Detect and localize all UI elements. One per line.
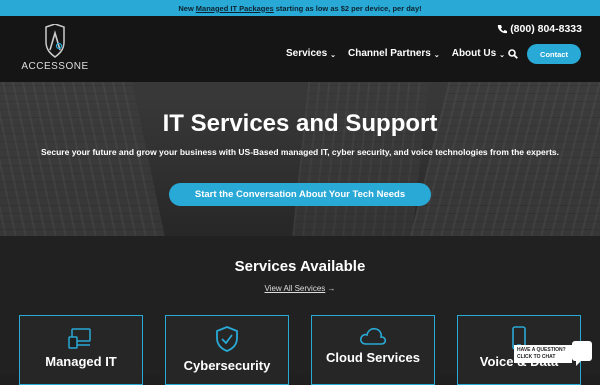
chevron-down-icon: ⌄ bbox=[433, 51, 440, 59]
view-all-label: View All Services bbox=[264, 284, 326, 293]
chat-line-2: CLICK TO CHAT bbox=[517, 354, 556, 360]
card-label: Managed IT bbox=[45, 354, 117, 369]
hero-subtitle: Secure your future and grow your busines… bbox=[40, 147, 559, 157]
hero-title: IT Services and Support bbox=[162, 110, 438, 137]
chat-bubble-icon bbox=[572, 341, 592, 366]
computer-icon bbox=[68, 328, 91, 349]
logo-shield-icon bbox=[45, 23, 65, 58]
nav-item-channel-partners[interactable]: Channel Partners ⌄ bbox=[348, 48, 440, 59]
phone-link[interactable]: (800) 804-8333 bbox=[497, 23, 582, 35]
shield-check-icon bbox=[216, 326, 238, 352]
phone-icon bbox=[498, 25, 508, 34]
card-label: Cybersecurity bbox=[183, 358, 271, 373]
announcement-bar: New Managed IT Packages starting as low … bbox=[0, 0, 600, 16]
chevron-down-icon: ⌄ bbox=[499, 51, 506, 59]
announcement-link[interactable]: Managed IT Packages bbox=[196, 4, 274, 13]
chat-line-1: HAVE A QUESTION? bbox=[517, 347, 566, 353]
phone-number: (800) 804-8333 bbox=[510, 23, 582, 35]
services-section: Services Available View All Services → M… bbox=[0, 236, 600, 385]
view-all-services-link[interactable]: View All Services → bbox=[0, 284, 600, 293]
search-icon[interactable] bbox=[508, 49, 518, 59]
site-logo[interactable]: ACCESSONE bbox=[18, 23, 92, 72]
site-header: ACCESSONE (800) 804-8333 Services ⌄ Chan… bbox=[0, 16, 600, 82]
announcement-prefix: New bbox=[178, 3, 194, 13]
main-nav: Services ⌄ Channel Partners ⌄ About Us ⌄ bbox=[286, 48, 505, 59]
card-label: Cloud Services bbox=[326, 350, 420, 365]
chevron-down-icon: ⌄ bbox=[330, 51, 337, 59]
section-title: Services Available bbox=[234, 258, 366, 275]
contact-button[interactable]: Contact bbox=[527, 44, 581, 64]
chat-widget[interactable]: HAVE A QUESTION? CLICK TO CHAT bbox=[514, 341, 592, 367]
cloud-icon bbox=[359, 327, 387, 345]
nav-item-services[interactable]: Services ⌄ bbox=[286, 48, 336, 59]
start-conversation-button[interactable]: Start the Conversation About Your Tech N… bbox=[169, 183, 431, 206]
nav-item-label: Channel Partners bbox=[348, 48, 431, 59]
nav-item-about-us[interactable]: About Us ⌄ bbox=[452, 48, 505, 59]
chat-prompt: HAVE A QUESTION? CLICK TO CHAT bbox=[514, 345, 572, 363]
hero-section: IT Services and Support Secure your futu… bbox=[0, 82, 600, 236]
logo-text: ACCESSONE bbox=[21, 61, 89, 72]
arrow-right-icon: → bbox=[327, 284, 336, 293]
announcement-suffix: starting as low as $2 per device, per da… bbox=[275, 3, 422, 13]
nav-item-label: About Us bbox=[451, 48, 497, 59]
nav-item-label: Services bbox=[286, 48, 328, 59]
